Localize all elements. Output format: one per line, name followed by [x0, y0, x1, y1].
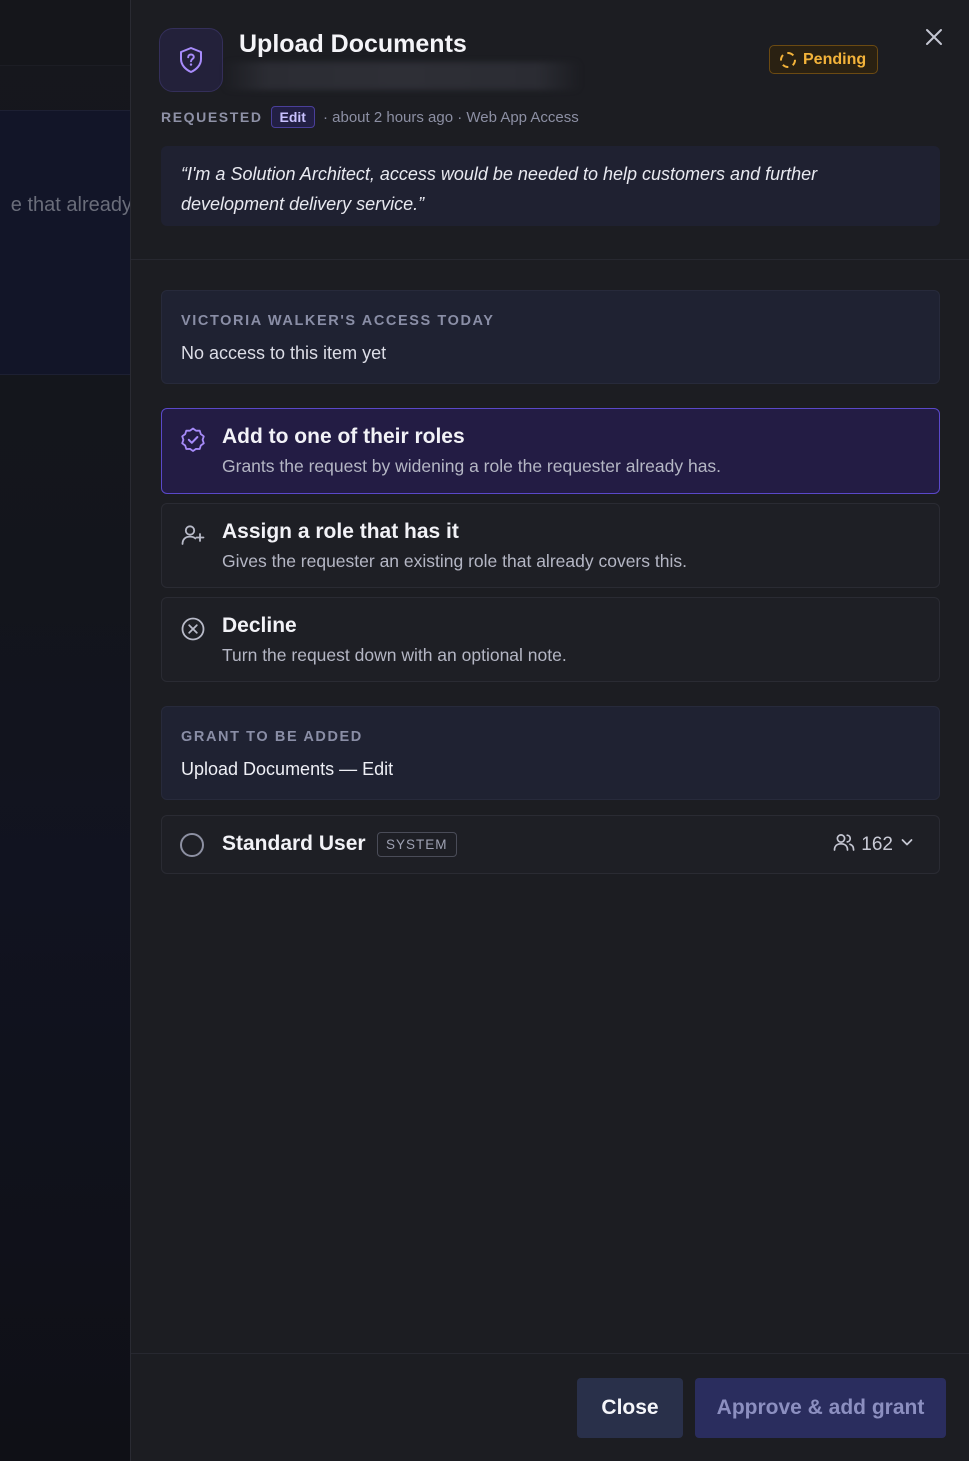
redacted-subtitle [223, 62, 581, 90]
grant-value: Upload Documents — Edit [181, 759, 394, 779]
option-add-to-role[interactable]: Add to one of their roles Grants the req… [161, 408, 940, 494]
option-description: Turn the request down with an optional n… [222, 645, 567, 665]
option-assign-role[interactable]: Assign a role that has it Gives the requ… [161, 503, 940, 588]
justification-quote: “I'm a Solution Architect, access would … [161, 146, 940, 226]
system-tag: SYSTEM [377, 832, 457, 857]
status-badge: Pending [769, 45, 879, 74]
role-option-standard-user[interactable]: Standard User SYSTEM 162 [161, 815, 940, 874]
check-badge-icon [180, 427, 206, 453]
background-selected-row [0, 110, 130, 375]
access-today-card: VICTORIA WALKER'S ACCESS TODAY No access… [161, 290, 940, 384]
access-today-value: No access to this item yet [181, 343, 387, 363]
request-title: Upload Documents [239, 30, 467, 58]
request-meta: REQUESTED Edit · about 2 hours ago · Web… [161, 106, 579, 128]
grant-card: GRANT TO BE ADDED Upload Documents — Edi… [161, 706, 940, 800]
option-description: Grants the request by widening a role th… [222, 456, 722, 476]
option-title: Add to one of their roles [222, 425, 465, 448]
role-name: Standard User [222, 832, 366, 855]
member-count: 162 [861, 834, 893, 855]
x-circle-icon [180, 616, 206, 642]
request-detail-drawer: Upload Documents Pending REQUESTED Edit … [130, 0, 969, 1461]
background-text: e that already [10, 194, 130, 216]
member-count-toggle[interactable]: 162 [833, 832, 915, 858]
option-decline[interactable]: Decline Turn the request down with an op… [161, 597, 940, 682]
option-description: Gives the requester an existing role tha… [222, 551, 687, 571]
background-page: e that already [0, 0, 130, 1461]
requested-label: REQUESTED [161, 109, 263, 125]
role-radio[interactable] [180, 833, 204, 857]
approve-add-grant-button[interactable]: Approve & add grant [695, 1378, 946, 1438]
pending-spinner-icon [780, 51, 796, 68]
chevron-down-icon[interactable] [899, 834, 915, 856]
grant-label: GRANT TO BE ADDED [181, 729, 363, 745]
shield-question-icon [159, 28, 223, 92]
status-label: Pending [803, 50, 867, 68]
users-icon [833, 832, 855, 858]
permission-badge: Edit [270, 106, 315, 128]
divider [131, 259, 969, 260]
access-today-label: VICTORIA WALKER'S ACCESS TODAY [181, 313, 495, 329]
user-plus-icon [180, 522, 206, 548]
option-title: Assign a role that has it [222, 520, 459, 543]
close-icon[interactable] [921, 24, 947, 50]
close-button[interactable]: Close [577, 1378, 683, 1438]
option-title: Decline [222, 614, 297, 637]
footer-divider [131, 1353, 969, 1354]
request-time: · about 2 hours ago · Web App Access [322, 108, 579, 126]
background-header-band [0, 0, 130, 66]
